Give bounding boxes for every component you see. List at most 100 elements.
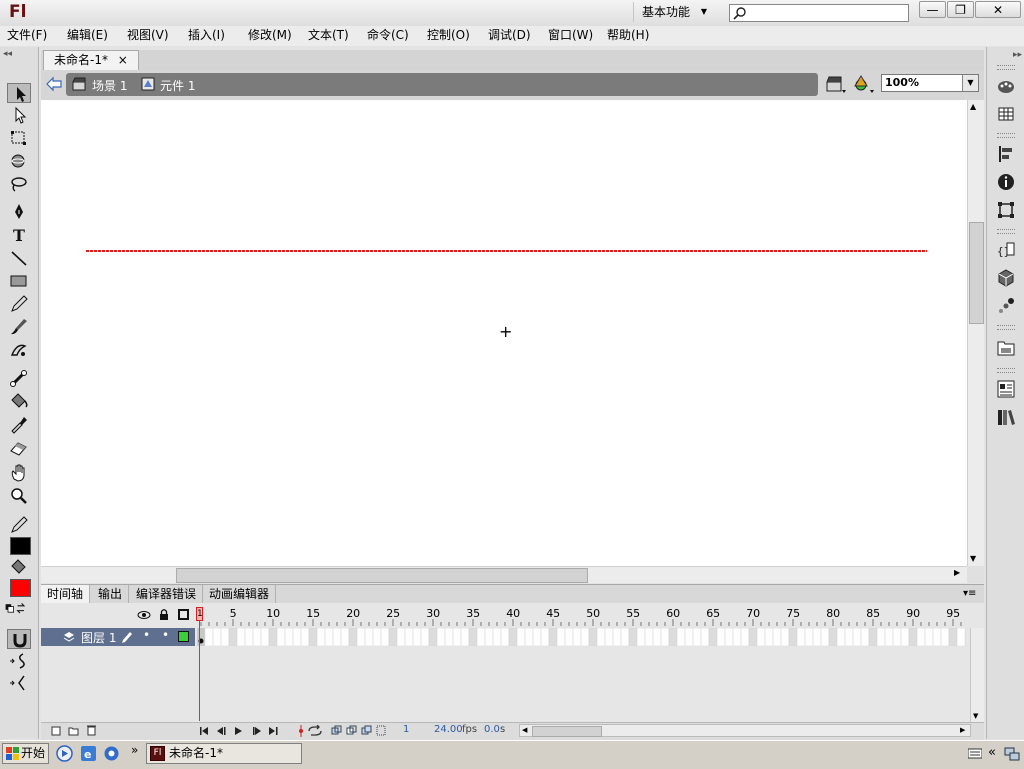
timeline-scroll-thumb[interactable] [532, 726, 602, 737]
selection-tool[interactable] [7, 83, 31, 103]
project-panel-icon[interactable] [996, 338, 1016, 358]
scroll-right-arrow-icon[interactable]: ▶ [960, 726, 965, 734]
pen-tool[interactable] [7, 202, 31, 222]
layer-visibility-dot[interactable]: • [143, 628, 150, 642]
new-layer-icon[interactable] [51, 725, 62, 736]
lock-icon[interactable] [158, 608, 170, 621]
playhead[interactable]: 1 [196, 607, 203, 621]
horizontal-scroll-thumb[interactable] [176, 568, 588, 583]
menu-view[interactable]: 视图(V) [127, 27, 169, 43]
menu-file[interactable]: 文件(F) [7, 27, 47, 43]
stage-canvas[interactable]: + [41, 100, 967, 566]
vertical-scrollbar[interactable]: ▲ ▼ [967, 100, 984, 566]
close-icon[interactable]: × [118, 53, 128, 67]
network-icon[interactable] [1004, 746, 1020, 762]
panel-grip[interactable] [997, 65, 1015, 70]
brush-tool[interactable] [7, 317, 31, 337]
timeline-horizontal-scrollbar[interactable]: ◀ ▶ [519, 724, 971, 737]
loop-icon[interactable] [307, 725, 323, 737]
panel-menu-icon[interactable]: ▾≡ [963, 588, 976, 599]
subselection-tool[interactable] [7, 105, 31, 125]
straighten-icon[interactable] [7, 673, 31, 693]
tab-motion-editor[interactable]: 动画编辑器 [203, 585, 277, 604]
menu-debug[interactable]: 调试(D) [488, 27, 531, 43]
play-icon[interactable] [235, 727, 242, 735]
new-folder-icon[interactable] [68, 725, 79, 736]
snap-to-objects-icon[interactable] [7, 629, 31, 649]
transform-panel-icon[interactable] [996, 200, 1016, 220]
collapse-icon[interactable]: ◂◂ [3, 49, 12, 59]
eyedropper-tool[interactable] [7, 414, 31, 434]
swap-colors-icon[interactable] [4, 599, 28, 619]
menu-insert[interactable]: 插入(I) [188, 27, 225, 43]
step-back-icon[interactable] [217, 727, 226, 735]
common-libraries-panel-icon[interactable] [996, 407, 1016, 427]
close-button[interactable]: ✕ [975, 1, 1021, 18]
frame-ruler[interactable]: 5 10 15 20 25 30 35 40 45 50 55 60 65 70 75 80 85 90 95 [197, 603, 969, 627]
edit-symbols-icon[interactable] [853, 74, 875, 94]
trash-icon[interactable] [86, 724, 97, 736]
rectangle-tool[interactable] [7, 271, 31, 291]
stroke-color-swatch[interactable] [10, 537, 31, 555]
breadcrumb-scene[interactable]: 场景 1 [92, 77, 127, 94]
center-frame-icon[interactable] [296, 725, 306, 737]
align-panel-icon[interactable] [996, 144, 1016, 164]
browser-icon[interactable]: e [80, 745, 97, 762]
step-forward-icon[interactable] [253, 727, 261, 735]
info-panel-icon[interactable] [996, 172, 1016, 192]
current-frame-value[interactable]: 1 [403, 724, 409, 735]
fps-value[interactable]: 24.00 [434, 724, 463, 735]
start-button[interactable]: 开始 [2, 743, 49, 764]
layer-row[interactable]: 图层 1 • • [41, 628, 195, 646]
settings-icon[interactable] [103, 745, 120, 762]
tab-compiler-errors[interactable]: 编译器错误 [130, 585, 204, 604]
scroll-left-arrow-icon[interactable]: ◀ [522, 726, 527, 734]
scroll-right-arrow-icon[interactable]: ▶ [954, 568, 960, 577]
scroll-up-arrow-icon[interactable]: ▲ [970, 102, 976, 111]
chevron-down-icon[interactable]: ▼ [962, 75, 978, 91]
expand-panels-icon[interactable]: ▸▸ [1013, 50, 1022, 60]
onion-skin-icons[interactable] [331, 725, 387, 737]
layer-lock-dot[interactable]: • [162, 628, 169, 642]
layer-name[interactable]: 图层 1 [81, 629, 116, 646]
help-search-input[interactable] [729, 4, 909, 22]
frame-grid[interactable] [197, 628, 969, 646]
paint-bucket-tool[interactable] [7, 391, 31, 411]
eye-icon[interactable] [137, 609, 151, 621]
fill-color-tool[interactable] [7, 557, 31, 577]
menu-help[interactable]: 帮助(H) [607, 27, 649, 43]
tab-timeline[interactable]: 时间轴 [41, 585, 91, 604]
quicklaunch-overflow-icon[interactable]: » [131, 743, 138, 757]
free-transform-tool[interactable] [7, 128, 31, 148]
document-tab[interactable]: 未命名-1* × [43, 50, 139, 71]
panel-grip[interactable] [997, 368, 1015, 373]
tray-collapse-icon[interactable]: « [988, 745, 996, 760]
zoom-tool[interactable] [7, 486, 31, 506]
outline-icon[interactable] [178, 609, 189, 620]
media-player-icon[interactable] [56, 745, 73, 762]
3d-rotation-tool[interactable] [7, 151, 31, 171]
menu-window[interactable]: 窗口(W) [548, 27, 593, 43]
scroll-down-arrow-icon[interactable]: ▼ [970, 554, 976, 563]
fill-color-swatch[interactable] [10, 579, 31, 597]
minimize-button[interactable]: — [919, 1, 946, 18]
panel-grip[interactable] [997, 133, 1015, 138]
library-panel-icon[interactable] [996, 379, 1016, 399]
smooth-icon[interactable] [7, 651, 31, 671]
timeline-vertical-scrollbar[interactable]: ▼ [970, 628, 984, 722]
lasso-tool[interactable] [7, 174, 31, 194]
elapsed-time-value[interactable]: 0.0 [484, 724, 500, 735]
color-panel-icon[interactable] [996, 76, 1016, 96]
zoom-select[interactable]: 100% ▼ [881, 74, 979, 92]
menu-control[interactable]: 控制(O) [427, 27, 470, 43]
bone-tool[interactable] [7, 368, 31, 388]
taskbar-item-flash[interactable]: Fl 未命名-1* [146, 743, 302, 764]
panel-grip[interactable] [997, 325, 1015, 330]
back-arrow-icon[interactable] [45, 75, 63, 93]
go-to-first-frame-icon[interactable] [200, 727, 208, 735]
text-tool[interactable]: T [7, 225, 31, 245]
line-tool[interactable] [7, 248, 31, 268]
horizontal-scrollbar[interactable]: ▶ [41, 566, 967, 583]
pencil-tool[interactable] [7, 294, 31, 314]
workspace-switcher[interactable]: 基本功能 ▼ [633, 2, 715, 22]
